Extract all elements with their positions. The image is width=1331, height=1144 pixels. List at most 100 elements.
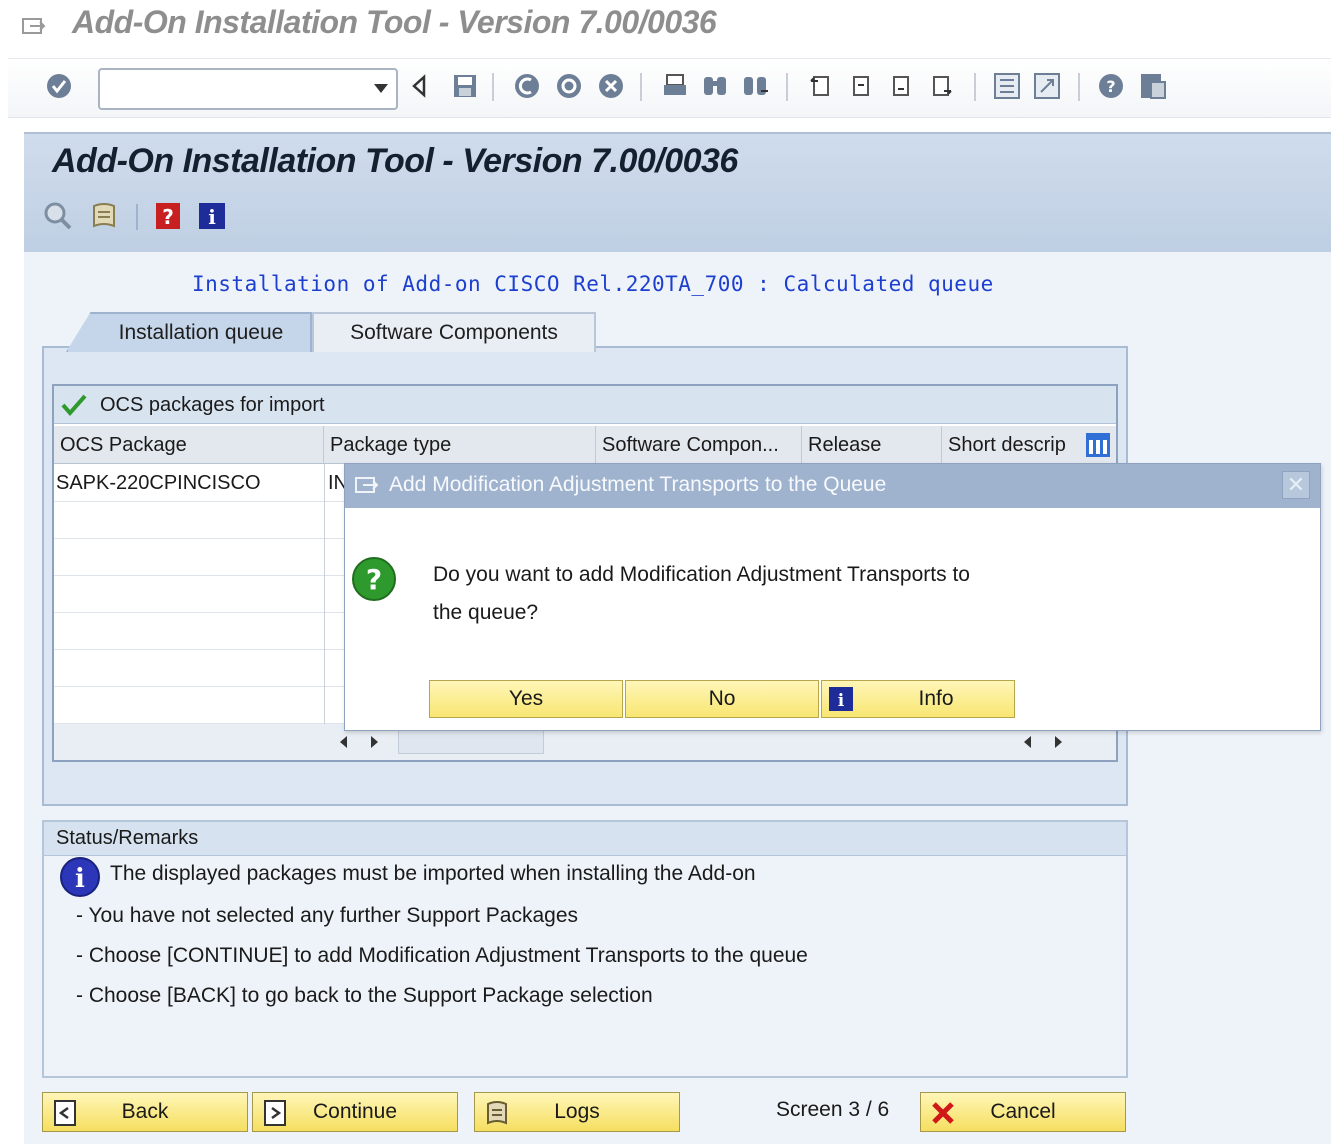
- table-header: OCS Package Package type Software Compon…: [54, 426, 1116, 464]
- shortcut-icon[interactable]: [1032, 71, 1062, 101]
- toolbar-separator: [136, 204, 138, 230]
- scroll-left-icon[interactable]: [1020, 734, 1036, 750]
- back-page-icon: [54, 1100, 76, 1126]
- display-icon[interactable]: [42, 200, 74, 232]
- continue-button[interactable]: Continue: [252, 1092, 458, 1132]
- print-icon[interactable]: [660, 71, 690, 101]
- help-book-icon[interactable]: ?: [152, 200, 184, 232]
- screen-indicator: Screen 3 / 6: [776, 1098, 890, 1121]
- tab-software-components[interactable]: Software Components: [312, 312, 596, 352]
- toolbar-separator: [974, 73, 976, 101]
- enter-icon[interactable]: [44, 71, 74, 101]
- status-header: Status/Remarks: [44, 822, 1126, 856]
- logs-button-label: Logs: [554, 1100, 600, 1123]
- column-header-package-type[interactable]: Package type: [324, 426, 596, 464]
- last-page-icon[interactable]: [926, 71, 956, 101]
- toolbar-separator: [1078, 73, 1080, 101]
- previous-page-icon[interactable]: [846, 71, 876, 101]
- tab-label: Installation queue: [118, 321, 284, 344]
- column-header-release[interactable]: Release: [802, 426, 942, 464]
- window-title-bar: Add-On Installation Tool - Version 7.00/…: [0, 0, 1331, 50]
- dialog-message: Do you want to add Modification Adjustme…: [433, 556, 1033, 632]
- svg-text:?: ?: [366, 563, 382, 596]
- window-icon: [22, 18, 46, 34]
- dialog-message-line: the queue?: [433, 601, 539, 624]
- info-icon[interactable]: i: [196, 200, 228, 232]
- back-button-label: Back: [121, 1100, 169, 1123]
- info-icon: i: [60, 857, 100, 897]
- column-header-ocs-package[interactable]: OCS Package: [54, 426, 324, 464]
- tab-installation-queue[interactable]: Installation queue: [66, 312, 312, 352]
- svg-text:i: i: [838, 691, 845, 711]
- table-title: OCS packages for import: [100, 394, 325, 416]
- svg-text:i: i: [75, 864, 85, 894]
- log-icon[interactable]: [88, 200, 120, 232]
- confirmation-dialog: Add Modification Adjustment Transports t…: [344, 463, 1321, 731]
- dialog-message-line: Do you want to add Modification Adjustme…: [433, 563, 970, 586]
- yes-button-label: Yes: [508, 687, 544, 710]
- system-toolbar: ?: [8, 58, 1331, 118]
- command-field[interactable]: [98, 68, 398, 110]
- back-button[interactable]: Back: [42, 1092, 248, 1132]
- table-row[interactable]: [54, 576, 344, 613]
- question-icon: ?: [352, 557, 396, 601]
- no-button-label: No: [708, 687, 736, 710]
- info-button-label: Info: [918, 687, 954, 710]
- chevron-down-icon[interactable]: [374, 84, 388, 93]
- continue-button-label: Continue: [312, 1100, 398, 1123]
- column-settings-icon[interactable]: [1084, 431, 1112, 459]
- help-icon[interactable]: ?: [1096, 71, 1126, 101]
- page-title: Add-On Installation Tool - Version 7.00/…: [52, 142, 738, 180]
- queue-subtitle: Installation of Add-on CISCO Rel.220TA_7…: [192, 272, 994, 296]
- tab-label: Software Components: [350, 321, 558, 344]
- app-header: Add-On Installation Tool - Version 7.00/…: [24, 132, 1331, 252]
- window-title: Add-On Installation Tool - Version 7.00/…: [72, 4, 717, 40]
- info-icon: i: [829, 687, 853, 711]
- scroll-right-icon[interactable]: [366, 734, 382, 750]
- save-icon[interactable]: [450, 71, 480, 101]
- svg-text:i: i: [208, 205, 216, 229]
- column-divider: [324, 464, 325, 726]
- table-row[interactable]: [54, 502, 344, 539]
- cancel-icon[interactable]: [596, 71, 626, 101]
- table-row[interactable]: [54, 650, 344, 687]
- column-header-software-component[interactable]: Software Compon...: [596, 426, 802, 464]
- toolbar-separator: [640, 73, 642, 101]
- first-page-icon[interactable]: [806, 71, 836, 101]
- dialog-title-bar: Add Modification Adjustment Transports t…: [345, 464, 1320, 508]
- table-row[interactable]: [54, 687, 344, 724]
- command-input[interactable]: [106, 76, 356, 102]
- close-icon[interactable]: ✕: [1282, 471, 1310, 499]
- green-back-icon[interactable]: [512, 71, 542, 101]
- checkmark-icon: [61, 394, 87, 417]
- column-header-short-description[interactable]: Short descrip: [942, 426, 1082, 464]
- continue-page-icon: [264, 1100, 286, 1126]
- logs-button[interactable]: Logs: [474, 1092, 680, 1132]
- create-session-icon[interactable]: [992, 71, 1022, 101]
- cancel-x-icon: [932, 1102, 954, 1124]
- status-line: - Choose [CONTINUE] to add Modification …: [76, 944, 808, 967]
- back-arrow-icon[interactable]: [404, 71, 434, 101]
- table-row[interactable]: [54, 539, 344, 576]
- table-row[interactable]: [54, 613, 344, 650]
- next-page-icon[interactable]: [886, 71, 916, 101]
- customize-layout-icon[interactable]: [1138, 71, 1168, 101]
- scroll-right-icon[interactable]: [1050, 734, 1066, 750]
- cancel-button[interactable]: Cancel: [920, 1092, 1126, 1132]
- find-icon[interactable]: [700, 71, 730, 101]
- no-button[interactable]: No: [625, 680, 819, 718]
- cell-ocs-package: SAPK-220CPINCISCO: [56, 472, 261, 494]
- status-line: - You have not selected any further Supp…: [76, 904, 579, 927]
- svg-text:?: ?: [162, 205, 174, 229]
- toolbar-separator: [492, 73, 494, 101]
- scrollbar-thumb[interactable]: [398, 728, 544, 754]
- info-button[interactable]: i Info: [821, 680, 1015, 718]
- exit-icon[interactable]: [554, 71, 584, 101]
- yes-button[interactable]: Yes: [429, 680, 623, 718]
- scroll-left-icon[interactable]: [336, 734, 352, 750]
- status-remarks-panel: Status/Remarks i The displayed packages …: [42, 820, 1128, 1078]
- find-next-icon[interactable]: [740, 71, 770, 101]
- toolbar-separator: [786, 73, 788, 101]
- table-title-bar: OCS packages for import: [54, 386, 1116, 424]
- dialog-title: Add Modification Adjustment Transports t…: [389, 473, 887, 496]
